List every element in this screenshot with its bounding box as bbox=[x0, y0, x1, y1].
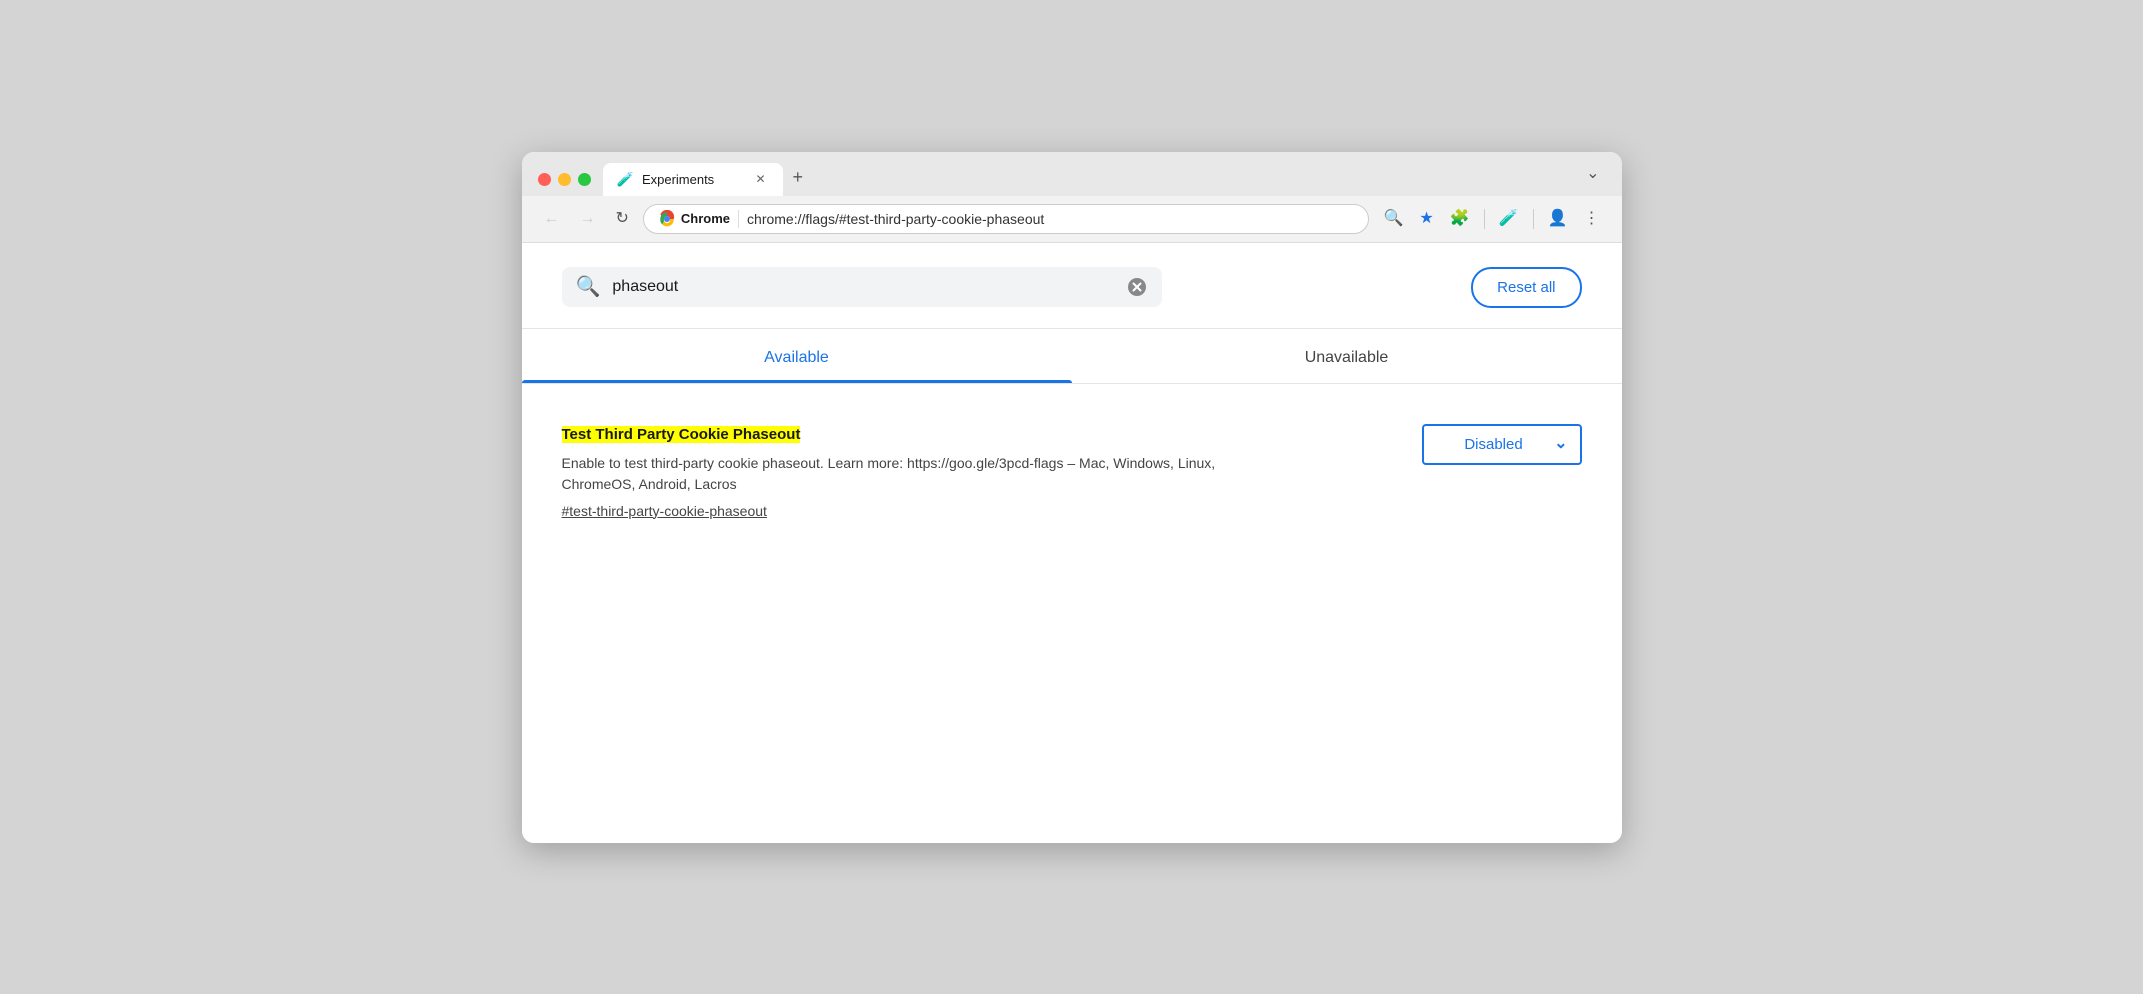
tabs-row: 🧪 Experiments ✕ + ⌄ bbox=[603, 162, 1606, 196]
title-bar: 🧪 Experiments ✕ + ⌄ bbox=[522, 152, 1622, 196]
chrome-logo-icon bbox=[658, 210, 676, 228]
active-tab[interactable]: 🧪 Experiments ✕ bbox=[603, 163, 783, 196]
toolbar-icons: 🔍 ★ 🧩 🧪 👤 ⋮ bbox=[1377, 206, 1605, 232]
flag-item: Test Third Party Cookie Phaseout Enable … bbox=[562, 408, 1582, 539]
back-button[interactable]: ← bbox=[538, 207, 566, 231]
new-tab-button[interactable]: + bbox=[783, 162, 814, 196]
tab-close-button[interactable]: ✕ bbox=[752, 171, 768, 187]
toolbar-divider-1 bbox=[1484, 209, 1485, 229]
experiments-button[interactable]: 🧪 bbox=[1493, 206, 1525, 232]
chrome-origin-badge: Chrome bbox=[658, 210, 739, 228]
search-bar-row: 🔍 Reset all bbox=[522, 243, 1622, 329]
search-icon: 🔍 bbox=[576, 277, 601, 297]
forward-button[interactable]: → bbox=[574, 207, 602, 231]
flag-title: Test Third Party Cookie Phaseout bbox=[562, 424, 1382, 445]
main-content: 🔍 Reset all Available Unavailable bbox=[522, 243, 1622, 843]
reload-button[interactable]: ↻ bbox=[610, 207, 635, 231]
tab-unavailable[interactable]: Unavailable bbox=[1072, 329, 1622, 383]
browser-window: 🧪 Experiments ✕ + ⌄ ← → ↻ Chrome bbox=[522, 152, 1622, 843]
url-input[interactable] bbox=[747, 211, 1354, 227]
zoom-search-button[interactable]: 🔍 bbox=[1377, 206, 1409, 232]
tab-available[interactable]: Available bbox=[522, 329, 1072, 383]
traffic-lights bbox=[538, 173, 591, 196]
close-traffic-light[interactable] bbox=[538, 173, 551, 186]
tab-title: Experiments bbox=[642, 172, 745, 187]
flag-info: Test Third Party Cookie Phaseout Enable … bbox=[562, 424, 1382, 519]
extensions-button[interactable]: 🧩 bbox=[1444, 206, 1476, 232]
flag-link[interactable]: #test-third-party-cookie-phaseout bbox=[562, 503, 1382, 519]
flag-search-input[interactable] bbox=[612, 278, 1113, 296]
clear-search-button[interactable] bbox=[1126, 278, 1148, 296]
flag-description: Enable to test third-party cookie phaseo… bbox=[562, 453, 1242, 495]
bookmark-button[interactable]: ★ bbox=[1413, 206, 1439, 232]
profile-button[interactable]: 👤 bbox=[1542, 206, 1574, 232]
reset-all-button[interactable]: Reset all bbox=[1471, 267, 1581, 308]
flag-search-wrapper: 🔍 bbox=[562, 267, 1162, 307]
tab-icon: 🧪 bbox=[617, 171, 634, 188]
maximize-traffic-light[interactable] bbox=[578, 173, 591, 186]
menu-button[interactable]: ⋮ bbox=[1578, 206, 1606, 232]
flag-list: Test Third Party Cookie Phaseout Enable … bbox=[522, 384, 1622, 579]
toolbar-divider-2 bbox=[1533, 209, 1534, 229]
toolbar: ← → ↻ Chrome 🔍 ★ 🧩 🧪 👤 ⋮ bbox=[522, 196, 1622, 243]
chrome-label: Chrome bbox=[681, 211, 730, 226]
flag-select-wrapper: Default Enabled Disabled bbox=[1422, 424, 1582, 465]
flag-select[interactable]: Default Enabled Disabled bbox=[1422, 424, 1582, 465]
flag-control: Default Enabled Disabled bbox=[1422, 424, 1582, 465]
clear-icon bbox=[1128, 278, 1146, 296]
minimize-traffic-light[interactable] bbox=[558, 173, 571, 186]
tab-dropdown-button[interactable]: ⌄ bbox=[1580, 162, 1605, 186]
tab-end-controls: ⌄ bbox=[1580, 162, 1605, 196]
content-tabs-section: Available Unavailable bbox=[522, 329, 1622, 384]
address-bar[interactable]: Chrome bbox=[643, 204, 1370, 234]
